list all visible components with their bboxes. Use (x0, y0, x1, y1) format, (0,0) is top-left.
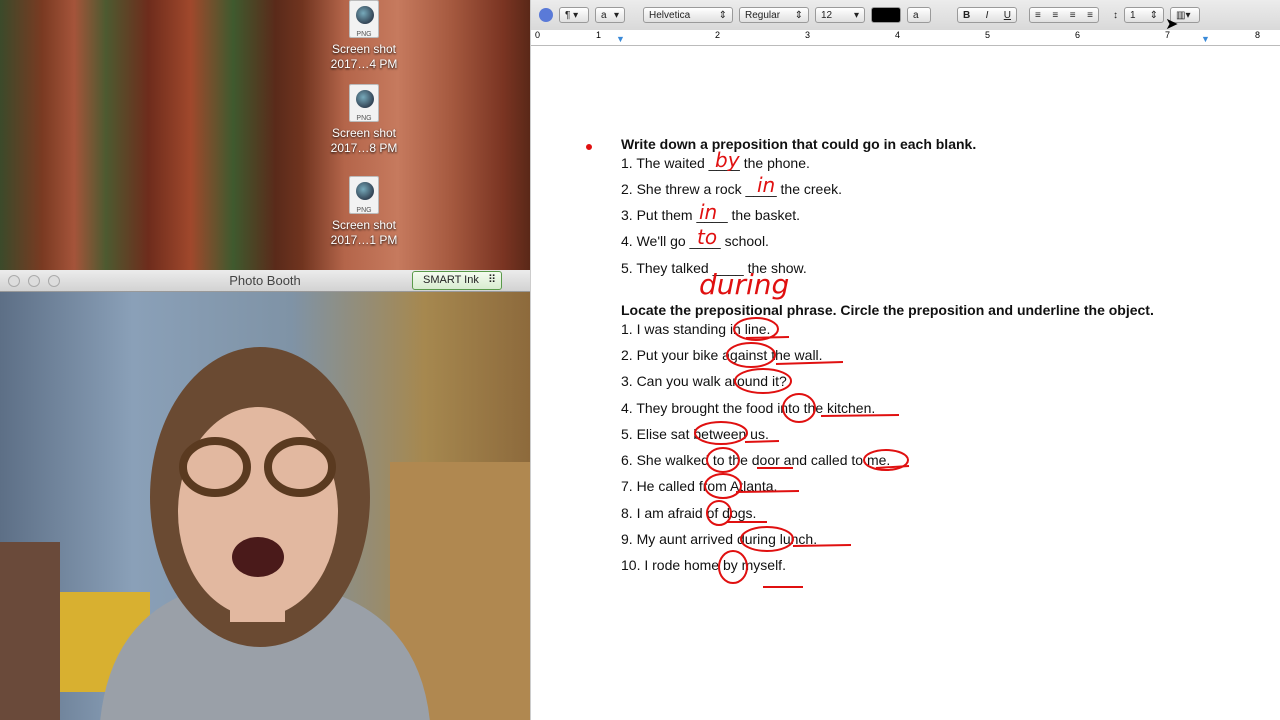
grip-icon: ⠿ (487, 274, 496, 286)
ink-annotations (586, 144, 910, 588)
ink-underline (875, 465, 910, 469)
desktop: PNG Screen shot 2017…4 PM PNG Screen shot 20… (0, 0, 530, 270)
photo-booth-window: Photo Booth SMART Ink ⠿ (0, 270, 530, 720)
ink-circle (694, 421, 748, 445)
ink-underline (745, 336, 790, 339)
video-frame (0, 347, 530, 720)
textedit-document-window: ¶ ▾ a ▾ Helvetica ⇕ Regular ⇕ 12 ▾ a BIU ≡ ≡ ≡… (530, 0, 1280, 720)
file-label: Screen shot (331, 126, 397, 140)
ink-circle (706, 447, 740, 473)
file-label: 2017…1 PM (330, 233, 398, 247)
file-label: Screen shot (331, 218, 397, 232)
ink-underline (744, 440, 780, 443)
ink-circle (740, 526, 794, 552)
png-file-icon: PNG (349, 84, 379, 122)
webcam-video (0, 292, 530, 720)
png-file-icon: PNG (349, 176, 379, 214)
file-label: 2017…4 PM (330, 57, 398, 71)
ink-circle (726, 342, 776, 368)
desktop-file-1[interactable]: PNG Screen shot 2017…4 PM (322, 0, 406, 72)
ink-underline (775, 361, 844, 365)
close-button[interactable] (8, 275, 20, 287)
file-label: Screen shot (331, 42, 397, 56)
window-title: Photo Booth (229, 273, 301, 288)
title-bar: Photo Booth SMART Ink ⠿ (0, 270, 530, 292)
desktop-file-3[interactable]: PNG Screen shot 2017…1 PM (322, 176, 406, 248)
ink-underline (820, 414, 900, 417)
minimize-button[interactable] (28, 275, 40, 287)
mouse-cursor-icon: ➤ (1165, 16, 1179, 33)
ink-dot (586, 144, 592, 150)
ink-underline (735, 490, 800, 493)
ink-circle (782, 393, 816, 423)
desktop-file-2[interactable]: PNG Screen shot 2017…8 PM (322, 84, 406, 156)
png-file-icon: PNG (349, 0, 379, 38)
ink-circle (734, 368, 792, 394)
zoom-button[interactable] (48, 275, 60, 287)
smart-ink-label: SMART Ink (423, 274, 479, 286)
ink-circle (718, 550, 748, 584)
ink-circle (704, 473, 742, 499)
smart-ink-button[interactable]: SMART Ink ⠿ (412, 271, 502, 290)
ink-underline (792, 544, 852, 547)
file-label: 2017…8 PM (330, 141, 398, 155)
